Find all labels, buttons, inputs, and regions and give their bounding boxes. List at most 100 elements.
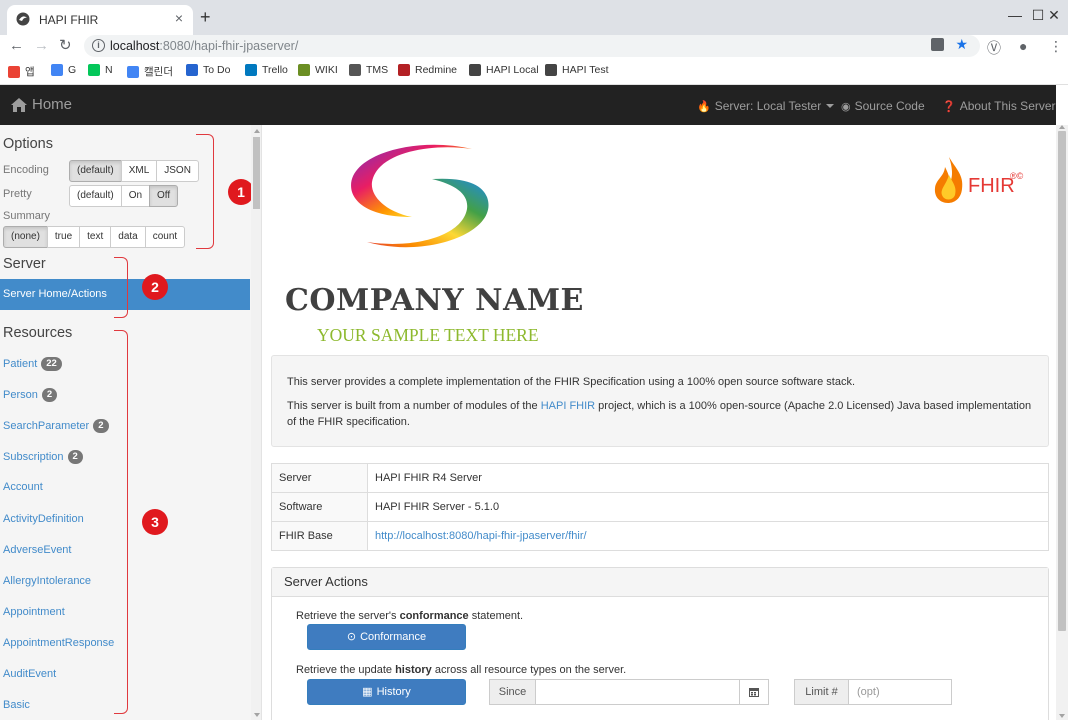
source-code-link[interactable]: ◉ Source Code — [841, 99, 925, 113]
resource-item[interactable]: AppointmentResponse — [3, 637, 114, 649]
bookmark-item[interactable]: HAPI Local — [469, 64, 539, 76]
resource-item[interactable]: AuditEvent — [3, 668, 56, 680]
pretty-option-button[interactable]: (default) — [69, 185, 122, 207]
resource-count-badge: 2 — [93, 419, 109, 434]
conformance-button[interactable]: ⊙ Conformance — [307, 624, 466, 650]
question-circle-icon: ❓ — [942, 100, 956, 113]
resource-item[interactable]: Account — [3, 481, 43, 493]
resource-item[interactable]: Basic — [3, 699, 30, 711]
options-heading: Options — [3, 136, 53, 152]
bookmark-icon — [545, 64, 557, 76]
menu-kebab-icon[interactable]: ⋮ — [1049, 38, 1063, 55]
extension-icon[interactable]: Ⓥ — [987, 38, 1001, 58]
resource-name: AppointmentResponse — [3, 636, 115, 649]
page-scroll-up-arrow-icon[interactable] — [1059, 125, 1065, 129]
resource-item[interactable]: AdverseEvent — [3, 544, 71, 556]
pretty-button-group: (default) On Off — [69, 185, 179, 207]
close-window-button[interactable]: ✕ — [1040, 2, 1068, 30]
resource-item[interactable]: SearchParameter 2 — [3, 419, 109, 434]
back-icon[interactable]: ← — [9, 37, 24, 55]
scroll-up-arrow-icon[interactable] — [254, 129, 260, 133]
since-calendar-button[interactable] — [739, 679, 769, 705]
browser-toolbar: ← → ↻ i localhost:8080/hapi-fhir-jpaserv… — [0, 35, 1068, 59]
close-tab-icon[interactable]: × — [175, 10, 183, 26]
translate-icon[interactable] — [931, 38, 944, 51]
resource-name: Subscription — [3, 451, 64, 464]
scroll-down-arrow-icon[interactable] — [254, 713, 260, 717]
url-text: localhost:8080/hapi-fhir-jpaserver/ — [110, 39, 298, 53]
fhir-base-link[interactable]: http://localhost:8080/hapi-fhir-jpaserve… — [375, 530, 587, 542]
bookmark-item[interactable]: HAPI Test — [545, 64, 609, 76]
resource-item[interactable]: Appointment — [3, 606, 65, 618]
home-link[interactable]: Home — [11, 96, 72, 113]
server-info-table: Server HAPI FHIR R4 Server Software HAPI FH… — [271, 463, 1049, 551]
home-icon — [11, 97, 27, 112]
conformance-description: Retrieve the server's conformance statem… — [296, 610, 523, 622]
server-menu-label: Server: Local Tester — [714, 99, 822, 113]
summary-button-group: (none) true text data count — [3, 226, 186, 248]
conformance-button-label: Conformance — [360, 631, 427, 643]
since-input[interactable] — [535, 679, 740, 705]
conformance-text-before: Retrieve the server's — [296, 610, 400, 622]
page-scrollbar[interactable] — [1056, 125, 1068, 720]
url-path: :8080/hapi-fhir-jpaserver/ — [159, 39, 299, 53]
resource-item[interactable]: ActivityDefinition — [3, 513, 84, 525]
bookmark-item[interactable]: 캘린더 — [127, 64, 173, 79]
bookmark-item[interactable]: Redmine — [398, 64, 457, 76]
tab-title: HAPI FHIR — [39, 13, 99, 27]
summary-option-button[interactable]: count — [144, 226, 186, 248]
summary-option-button[interactable]: true — [46, 226, 81, 248]
summary-option-button[interactable]: data — [110, 226, 146, 248]
page-scroll-down-arrow-icon[interactable] — [1059, 714, 1065, 718]
pretty-option-button[interactable]: On — [120, 185, 151, 207]
forward-icon[interactable]: → — [34, 37, 49, 55]
bookmark-item[interactable]: To Do — [186, 64, 230, 76]
sidebar-scrollbar[interactable] — [251, 125, 261, 720]
bookmark-item[interactable]: Trello — [245, 64, 288, 76]
fhir-logo-mark: ®© — [1010, 171, 1024, 181]
fire-icon: 🔥 — [697, 100, 711, 113]
sidebar-scroll-thumb[interactable] — [253, 137, 260, 209]
about-server-link[interactable]: ❓ About This Server — [942, 99, 1056, 113]
new-tab-button[interactable]: + — [200, 7, 211, 28]
encoding-option-button[interactable]: (default) — [69, 160, 122, 182]
intro-paragraph-2: This server is built from a number of mo… — [287, 398, 1033, 430]
circle-dot-icon: ⊙ — [346, 631, 357, 643]
resource-item[interactable]: Patient 22 — [3, 357, 62, 371]
resource-item[interactable]: Person 2 — [3, 388, 58, 403]
address-bar[interactable]: i localhost:8080/hapi-fhir-jpaserver/ ★ — [84, 35, 980, 57]
encoding-option-button[interactable]: XML — [120, 160, 158, 182]
resource-item[interactable]: AllergyIntolerance — [3, 575, 91, 587]
bookmark-star-icon[interactable]: ★ — [955, 36, 968, 53]
caret-down-icon — [826, 104, 835, 108]
server-heading: Server — [3, 256, 46, 272]
resource-name: AuditEvent — [3, 668, 57, 680]
bookmark-item[interactable]: TMS — [349, 64, 388, 76]
hapi-fhir-link[interactable]: HAPI FHIR — [541, 400, 595, 412]
page-scroll-thumb[interactable] — [1058, 131, 1066, 631]
info-key: Server — [271, 463, 368, 493]
browser-tab[interactable]: HAPI FHIR × — [7, 5, 193, 35]
profile-avatar-icon[interactable]: ● — [1019, 38, 1027, 54]
bookmark-icon — [349, 64, 361, 76]
history-button[interactable]: ▦ History — [307, 679, 466, 705]
bookmark-item[interactable]: N — [88, 64, 113, 76]
summary-option-button[interactable]: text — [79, 226, 112, 248]
history-text-bold: history — [395, 664, 432, 676]
intro-paragraph-1: This server provides a complete implemen… — [287, 376, 855, 388]
server-menu-dropdown[interactable]: 🔥 Server: Local Tester — [697, 99, 835, 113]
bookmarks-bar: 앱 G N 캘린더 To Do Trello WIKI TMS Redmine HAPI Loca… — [0, 59, 1068, 85]
reload-icon[interactable]: ↻ — [59, 37, 72, 55]
limit-input[interactable]: (opt) — [848, 679, 952, 705]
bookmark-item[interactable]: 앱 — [8, 64, 35, 79]
history-text-after: across all resource types on the server. — [431, 664, 627, 676]
pretty-option-button[interactable]: Off — [149, 185, 179, 207]
bookmark-label: Redmine — [415, 64, 458, 76]
resource-item[interactable]: Subscription 2 — [3, 450, 83, 465]
bookmark-item[interactable]: WIKI — [298, 64, 338, 76]
site-info-icon[interactable]: i — [92, 39, 105, 52]
info-key: FHIR Base — [271, 521, 368, 551]
encoding-option-button[interactable]: JSON — [156, 160, 199, 182]
bookmark-item[interactable]: G — [51, 64, 76, 76]
summary-option-button[interactable]: (none) — [3, 226, 48, 248]
